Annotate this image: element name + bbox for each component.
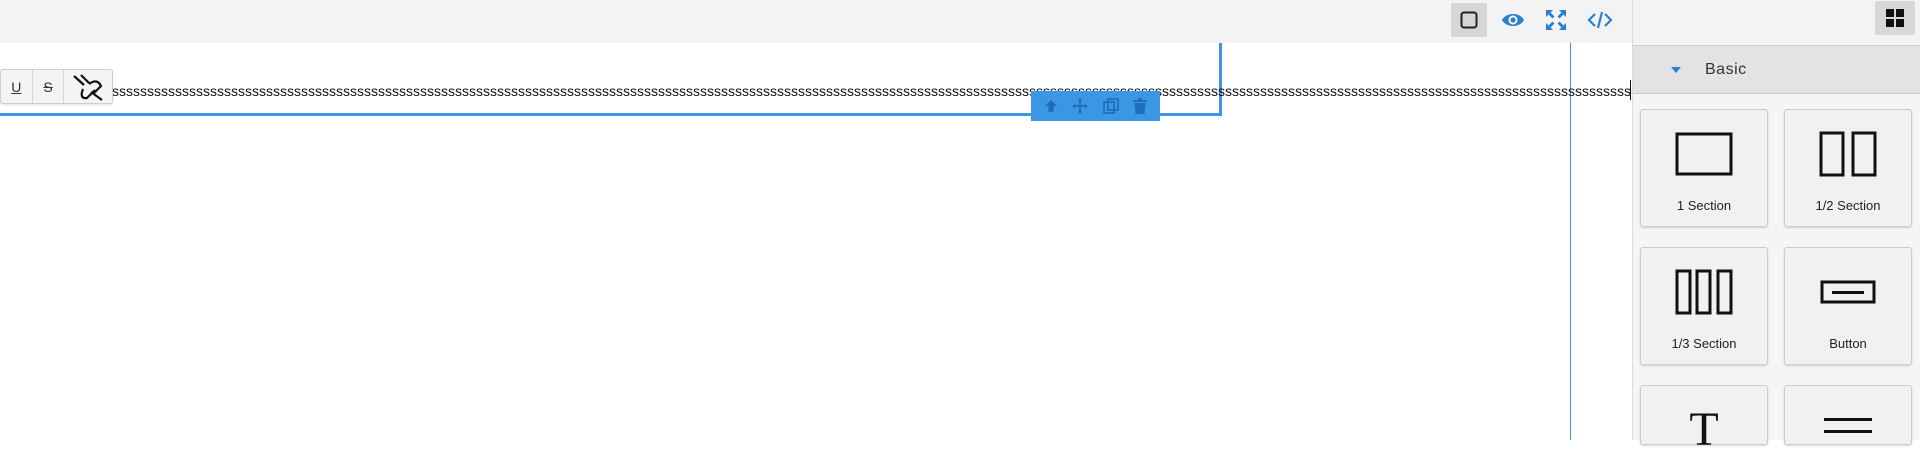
block-text[interactable]: T [1640, 385, 1768, 454]
block-divider[interactable] [1784, 385, 1912, 445]
strikethrough-button[interactable]: S [33, 70, 65, 103]
blocks-grid-icon[interactable] [1875, 1, 1915, 35]
block-two-section[interactable]: 1/2 Section [1784, 109, 1912, 227]
text-icon: T [1689, 403, 1719, 456]
block-three-section[interactable]: 1/3 Section [1640, 247, 1768, 365]
underline-button[interactable]: U [1, 70, 33, 103]
block-label: 1 Section [1676, 198, 1732, 213]
category-title: Basic [1705, 61, 1747, 78]
fullscreen-icon[interactable] [1538, 3, 1574, 37]
canvas-toolbar [0, 0, 1632, 43]
editable-text[interactable]: ssssssssssssssssssssssssssssssssssssssss… [112, 81, 1630, 103]
block-label: 1/2 Section [1815, 198, 1881, 213]
element-toolbar-badge [1031, 91, 1160, 121]
underline-label: U [11, 78, 22, 95]
category-basic[interactable]: Basic [1633, 45, 1920, 94]
two-section-icon [1819, 131, 1877, 177]
three-section-icon [1675, 269, 1733, 315]
button-icon [1820, 280, 1876, 304]
blocks-panel: Basic 1 Section 1/2 Section 1/3 Section … [1632, 0, 1920, 454]
text-caret [1630, 80, 1631, 100]
move-icon[interactable] [1072, 98, 1089, 114]
code-icon[interactable] [1582, 3, 1618, 37]
square-icon[interactable] [1451, 3, 1487, 37]
panel-header [1633, 0, 1920, 43]
clone-icon[interactable] [1102, 98, 1119, 114]
block-one-section[interactable]: 1 Section [1640, 109, 1768, 227]
unlink-button[interactable] [64, 70, 112, 103]
rich-text-toolbar: U S [0, 69, 113, 104]
block-label: Button [1829, 336, 1867, 351]
block-label: 1/3 Section [1671, 336, 1737, 351]
strikethrough-label: S [43, 78, 53, 95]
eye-icon[interactable] [1495, 3, 1531, 37]
delete-icon[interactable] [1132, 98, 1147, 114]
unlink-icon [73, 73, 103, 101]
block-button[interactable]: Button [1784, 247, 1912, 365]
arrow-up-icon[interactable] [1044, 99, 1058, 113]
one-section-icon [1675, 132, 1733, 176]
divider-icon [1824, 418, 1872, 433]
caret-down-icon [1671, 67, 1681, 73]
